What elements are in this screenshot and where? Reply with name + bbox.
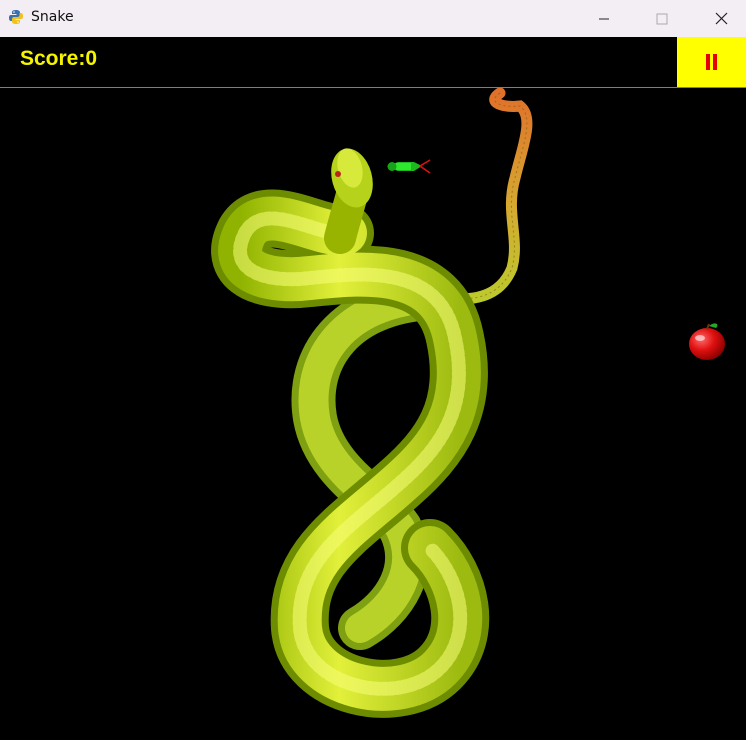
minimize-icon xyxy=(599,18,609,19)
close-button[interactable] xyxy=(698,0,744,37)
window-title: Snake xyxy=(31,9,74,25)
score-label: Score:0 xyxy=(20,47,98,70)
game-scene xyxy=(211,88,725,718)
close-icon xyxy=(715,12,727,25)
player-snake-head xyxy=(387,159,431,174)
pause-button[interactable] xyxy=(677,37,746,87)
minimize-button[interactable] xyxy=(581,0,627,37)
maximize-button[interactable] xyxy=(639,0,685,37)
pause-icon xyxy=(705,54,719,70)
maximize-icon xyxy=(656,13,668,24)
game-board[interactable] xyxy=(0,88,746,740)
background-snake-art xyxy=(211,88,533,718)
window-titlebar: Snake xyxy=(0,0,746,37)
game-header: Score:0 xyxy=(0,37,746,88)
python-icon xyxy=(9,10,23,24)
apple-food xyxy=(689,323,725,360)
